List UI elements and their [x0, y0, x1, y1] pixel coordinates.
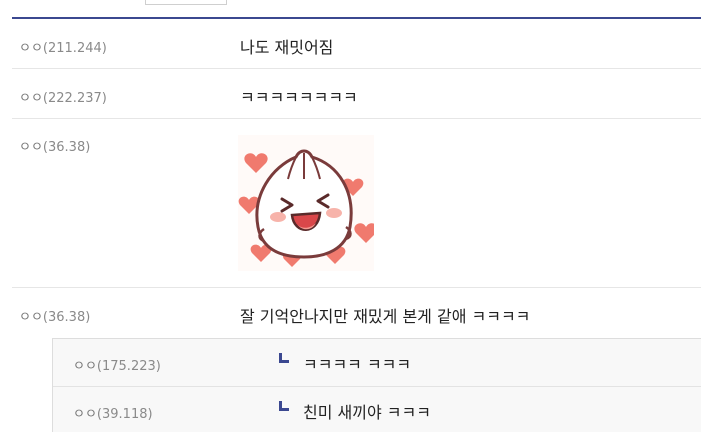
- author-ip: (36.38): [42, 140, 91, 155]
- comment-text: 잘 기억안나지만 재밌게 본게 같애 ㅋㅋㅋㅋ: [240, 307, 531, 326]
- comment-row: ㅇㅇ(36.38): [12, 119, 701, 288]
- comment-text: 나도 재밋어짐: [240, 38, 334, 57]
- comment-list-area: ㅇㅇ(211.244) 나도 재밋어짐 ㅇㅇ(222.237) ㅋㅋㅋㅋㅋㅋㅋㅋ…: [0, 0, 701, 432]
- reply-row: ㅇㅇ(175.223) ㅋㅋㅋㅋ ㅋㅋㅋ: [53, 339, 701, 387]
- reply-text: ㅋㅋㅋㅋ ㅋㅋㅋ: [303, 355, 412, 374]
- comment-author[interactable]: ㅇㅇ(36.38): [19, 306, 90, 325]
- author-nick: ㅇㅇ: [73, 359, 97, 374]
- dumpling-sticker-image: [238, 135, 374, 271]
- comment-author[interactable]: ㅇㅇ(222.237): [19, 87, 107, 106]
- reply-row: ㅇㅇ(39.118) 친미 새끼야 ㅋㅋㅋ: [53, 387, 701, 432]
- author-nick: ㅇㅇ: [19, 140, 43, 155]
- comment-row: ㅇㅇ(222.237) ㅋㅋㅋㅋㅋㅋㅋㅋ: [12, 69, 701, 119]
- reply-text: 친미 새끼야 ㅋㅋㅋ: [303, 403, 431, 422]
- comment-text: ㅋㅋㅋㅋㅋㅋㅋㅋ: [240, 88, 358, 107]
- author-nick: ㅇㅇ: [19, 91, 43, 106]
- author-ip: (211.244): [42, 41, 107, 56]
- author-ip: (175.223): [96, 359, 161, 374]
- reply-arrow-icon: [279, 401, 289, 411]
- reply-author[interactable]: ㅇㅇ(39.118): [73, 403, 153, 422]
- comment-row: ㅇㅇ(36.38) 잘 기억안나지만 재밌게 본게 같애 ㅋㅋㅋㅋ: [12, 288, 701, 338]
- reply-list: ㅇㅇ(175.223) ㅋㅋㅋㅋ ㅋㅋㅋ ㅇㅇ(39.118) 친미 새끼야 ㅋ…: [52, 338, 701, 432]
- comment-author[interactable]: ㅇㅇ(211.244): [19, 37, 107, 56]
- top-tab-button[interactable]: [145, 0, 227, 5]
- comment-author[interactable]: ㅇㅇ(36.38): [19, 136, 90, 155]
- author-ip: (222.237): [42, 91, 107, 106]
- author-nick: ㅇㅇ: [73, 407, 97, 422]
- author-ip: (39.118): [96, 407, 153, 422]
- comment-row: ㅇㅇ(211.244) 나도 재밋어짐: [12, 19, 701, 69]
- author-nick: ㅇㅇ: [19, 41, 43, 56]
- reply-arrow-icon: [279, 353, 289, 363]
- author-ip: (36.38): [42, 310, 91, 325]
- author-nick: ㅇㅇ: [19, 310, 43, 325]
- reply-author[interactable]: ㅇㅇ(175.223): [73, 355, 161, 374]
